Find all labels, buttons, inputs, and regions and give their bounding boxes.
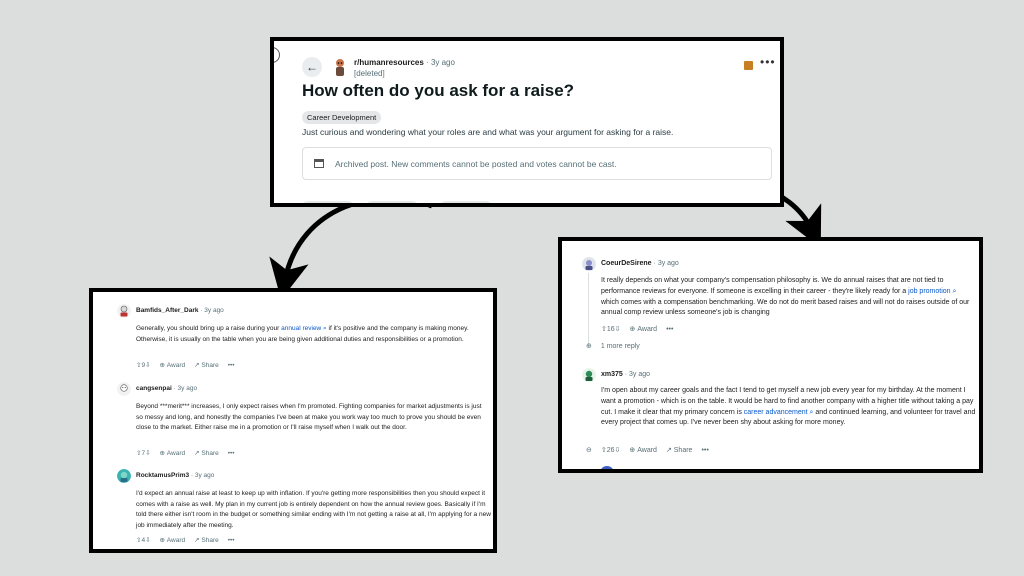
more-replies-label[interactable]: 1 more reply <box>601 343 640 350</box>
archived-notice: Archived post. New comments cannot be po… <box>302 147 772 180</box>
share-button[interactable]: ↗ Share <box>194 449 219 457</box>
award-button[interactable]: ⊕ Award <box>629 446 657 454</box>
user-avatar-icon[interactable] <box>117 382 131 396</box>
post-author: [deleted] <box>354 69 385 78</box>
archive-box-icon <box>314 159 324 168</box>
comment-body: Generally, you should bring up a raise d… <box>136 325 469 343</box>
award-button[interactable]: ⊕ Award <box>160 361 186 369</box>
more-replies[interactable]: ⊕ 1 more reply <box>586 342 640 351</box>
award-button[interactable]: ⊕ Award <box>160 449 186 457</box>
downvote-icon[interactable]: ⇩ <box>145 449 150 457</box>
partial-icon <box>274 47 280 63</box>
search-link[interactable]: annual review ⌕ <box>281 325 327 332</box>
downvote-icon[interactable]: ⇩ <box>145 536 150 544</box>
vote-count: 16 <box>606 326 615 333</box>
comment-actions: ⇧9⇩ ⊕ Award ↗ Share ••• <box>136 361 235 370</box>
right-comments-card: CoeurDeSirene · 3y ago It really depends… <box>558 237 983 473</box>
back-arrow-icon[interactable]: ← <box>302 57 322 77</box>
more-icon[interactable]: ••• <box>228 450 235 457</box>
post-body: Just curious and wondering what your rol… <box>302 127 674 137</box>
comment-header: CoeurDeSirene · 3y ago <box>601 260 679 267</box>
left-comments-card: Bamfids_After_Dark · 3y ago Generally, y… <box>89 288 497 553</box>
archived-notice-text: Archived post. New comments cannot be po… <box>335 159 617 169</box>
award-button[interactable]: ⊕ Award <box>630 325 658 333</box>
comment-header: cangsenpai · 3y ago <box>136 385 198 392</box>
post-meta: r/humanresources · 3y ago <box>354 58 455 67</box>
comment-body: I'd expect an annual raise at least to k… <box>136 490 491 529</box>
user-avatar-icon[interactable] <box>117 469 131 483</box>
search-link[interactable]: career advancement ⌕ <box>744 409 814 416</box>
comment-body: Beyond ***merit*** increases, I only exp… <box>136 403 482 431</box>
subreddit-avatar-icon[interactable] <box>331 57 349 77</box>
downvote-icon[interactable]: ⇩ <box>145 361 150 369</box>
post-title: How often do you ask for a raise? <box>302 81 575 100</box>
user-avatar-icon[interactable] <box>117 304 131 318</box>
comment-age: 3y ago <box>194 472 215 479</box>
user-avatar-icon[interactable] <box>582 368 596 382</box>
comment-author[interactable]: xm375 <box>601 371 623 378</box>
comment-age: 3y ago <box>657 260 679 267</box>
award-button[interactable]: ⊕ Award <box>160 536 186 544</box>
comment-body: I'm open about my career goals and the f… <box>601 387 976 427</box>
comment-author[interactable]: RocktamusPrim3 <box>136 472 189 479</box>
thread-line[interactable] <box>588 273 589 345</box>
comment-author[interactable]: cangsenpai <box>136 385 172 392</box>
comment-body: It really depends on what your company's… <box>601 277 970 317</box>
comment-author[interactable]: CoeurDeSirene <box>601 260 652 267</box>
comment-actions: ⊖ ⇧26⇩ ⊕ Award ↗ Share ••• <box>586 446 709 455</box>
award-pill[interactable] <box>440 201 492 203</box>
vote-count: 26 <box>606 447 615 454</box>
comments-pill[interactable] <box>366 201 418 203</box>
collapse-icon[interactable]: ⊖ <box>586 446 592 454</box>
share-button[interactable]: ↗ Share <box>194 361 219 369</box>
comment-age: 3y ago <box>204 307 224 314</box>
post-age: 3y ago <box>430 58 455 67</box>
downvote-icon[interactable]: ⇩ <box>615 325 621 333</box>
more-icon[interactable]: ••• <box>701 447 708 454</box>
comment-header: xm375 · 3y ago <box>601 371 651 378</box>
share-button[interactable]: ↗ Share <box>194 536 219 544</box>
more-icon[interactable]: ••• <box>666 326 673 333</box>
post-card: ← r/humanresources · 3y ago [deleted] ••… <box>270 37 784 207</box>
comment-header: RocktamusPrim3 · 3y ago <box>136 472 215 479</box>
subreddit-name[interactable]: r/humanresources <box>354 58 424 67</box>
more-icon[interactable]: ••• <box>228 362 235 369</box>
user-avatar-icon[interactable] <box>582 257 596 271</box>
arrow-left <box>269 195 433 300</box>
partial-avatar-icon <box>600 466 614 469</box>
comment-header: Bamfids_After_Dark · 3y ago <box>136 307 224 314</box>
post-flair[interactable]: Career Development <box>302 111 382 124</box>
comment-actions: ⇧7⇩ ⊕ Award ↗ Share ••• <box>136 449 235 458</box>
comment-actions: ⇧4⇩ ⊕ Award ↗ Share ••• <box>136 536 235 545</box>
comment-author[interactable]: Bamfids_After_Dark <box>136 307 199 314</box>
comment-actions: ⇧16⇩ ⊕ Award ••• <box>601 325 673 334</box>
share-button[interactable]: ↗ Share <box>666 446 693 454</box>
downvote-icon[interactable]: ⇩ <box>615 446 621 454</box>
post-more-icon[interactable]: ••• <box>760 55 776 69</box>
comment-age: 3y ago <box>177 385 198 392</box>
expand-icon[interactable]: ⊕ <box>586 342 592 350</box>
more-icon[interactable]: ••• <box>228 537 235 544</box>
archive-lock-icon <box>744 61 753 70</box>
comment-age: 3y ago <box>629 371 651 378</box>
search-link[interactable]: job promotion ⌕ <box>908 288 956 295</box>
vote-pill[interactable] <box>302 201 354 203</box>
